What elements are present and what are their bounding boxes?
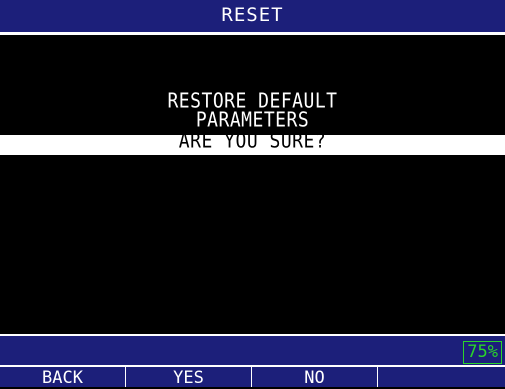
yes-button[interactable]: YES [126, 367, 252, 388]
message-area: RESTORE DEFAULT PARAMETERS ARE YOU SURE? [0, 35, 505, 334]
no-button[interactable]: NO [252, 367, 378, 388]
confirm-question: ARE YOU SURE? [178, 129, 327, 154]
softkey-4[interactable] [378, 367, 505, 387]
page-title: RESET [221, 4, 284, 26]
confirm-highlight: ARE YOU SURE? [0, 130, 505, 155]
battery-indicator: 75% [463, 341, 502, 364]
title-bar: RESET [0, 0, 505, 35]
status-bar: 75% [0, 334, 505, 365]
softkey-bar: BACK YES NO [0, 365, 505, 388]
back-button[interactable]: BACK [0, 367, 126, 388]
